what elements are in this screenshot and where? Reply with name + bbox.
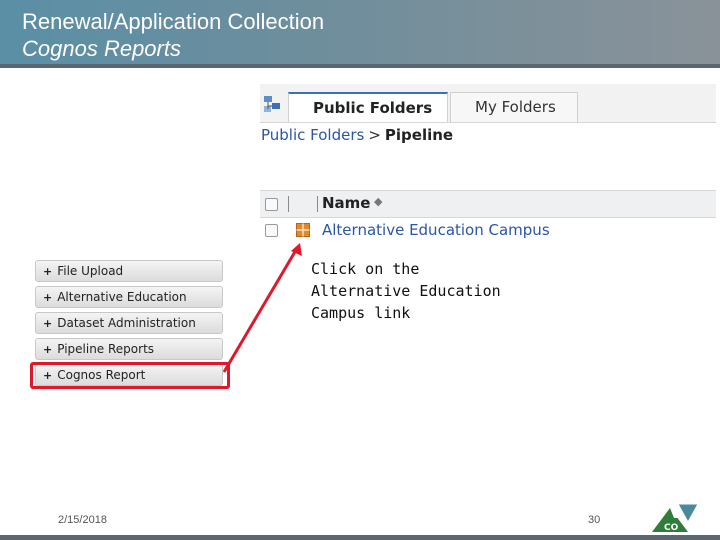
nav-item-pipeline-reports[interactable]: + Pipeline Reports — [35, 338, 223, 360]
column-divider — [288, 196, 289, 212]
table-row: Alternative Education Campus — [260, 218, 716, 244]
breadcrumb-current: Pipeline — [384, 126, 454, 144]
expand-plus-icon: + — [43, 265, 53, 278]
nav-item-alternative-education[interactable]: + Alternative Education — [35, 286, 223, 308]
nav-item-dataset-administration[interactable]: + Dataset Administration — [35, 312, 223, 334]
header-divider — [0, 64, 720, 68]
hierarchy-icon[interactable] — [262, 94, 282, 114]
breadcrumb: Public Folders > Pipeline — [261, 126, 453, 144]
nav-item-label: Alternative Education — [57, 290, 187, 304]
cognos-portal: Public Folders My Folders Public Folders… — [260, 84, 716, 244]
slide-title: Renewal/Application Collection — [22, 9, 325, 34]
sort-icon[interactable]: ◆ — [374, 195, 382, 208]
column-divider[interactable] — [317, 196, 318, 212]
colorado-logo-icon: CO — [652, 503, 699, 533]
tab-public-folders[interactable]: Public Folders — [288, 92, 448, 122]
slide-date: 2/15/2018 — [58, 514, 107, 526]
breadcrumb-public-folders[interactable]: Public Folders — [261, 126, 364, 144]
expand-plus-icon: + — [43, 343, 53, 356]
tab-label: My Folders — [475, 98, 556, 116]
tab-label: Public Folders — [313, 99, 433, 117]
footer-divider — [0, 535, 720, 540]
highlight-box — [30, 362, 230, 389]
alternative-education-campus-link[interactable]: Alternative Education Campus — [322, 221, 550, 239]
slide-subtitle: Cognos Reports — [22, 36, 181, 61]
arrow-head-icon — [291, 243, 302, 256]
nav-item-label: Pipeline Reports — [57, 342, 155, 356]
svg-text:CO: CO — [664, 523, 679, 533]
name-column-header[interactable]: Name — [322, 194, 370, 212]
nav-item-file-upload[interactable]: + File Upload — [35, 260, 223, 282]
slide-header: Renewal/Application Collection Cognos Re… — [0, 0, 720, 64]
package-icon — [296, 223, 310, 237]
page-number: 30 — [588, 514, 601, 526]
callout-line: Alternative Education — [311, 282, 501, 300]
tab-my-folders[interactable]: My Folders — [450, 92, 578, 122]
callout-line: Click on the — [311, 260, 420, 278]
expand-plus-icon: + — [43, 291, 53, 304]
arrow-line — [222, 249, 298, 373]
grid-header: Name ◆ — [260, 190, 716, 218]
instruction-callout: Click on the Alternative Education Campu… — [311, 258, 511, 324]
expand-plus-icon: + — [43, 317, 53, 330]
folder-tabs-bar: Public Folders My Folders — [260, 84, 716, 123]
nav-item-label: File Upload — [57, 264, 124, 278]
select-all-checkbox[interactable] — [265, 198, 278, 211]
nav-item-label: Dataset Administration — [57, 316, 196, 330]
callout-line: Campus link — [311, 304, 411, 322]
row-checkbox[interactable] — [265, 224, 278, 237]
breadcrumb-separator: > — [368, 126, 381, 144]
